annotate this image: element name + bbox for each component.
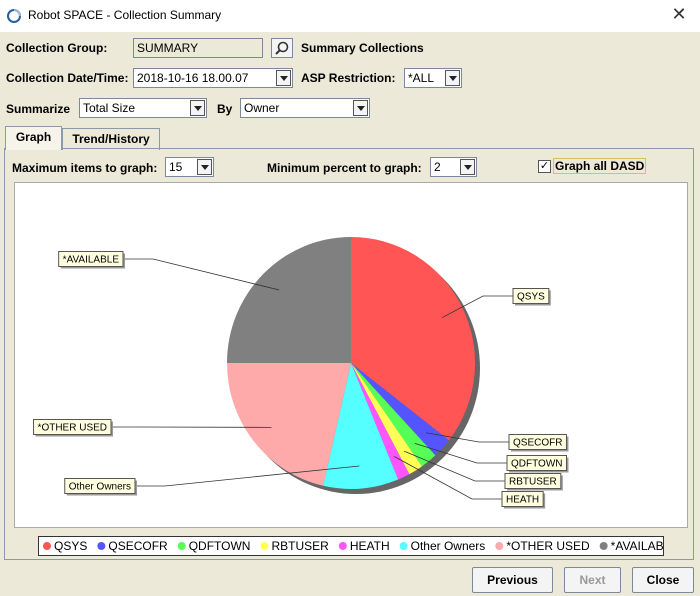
by-select[interactable]: Owner [240,98,370,118]
by-value: Owner [244,101,280,115]
legend-label: QSECOFR [108,539,168,553]
collection-date-select[interactable]: 2018-10-16 18.00.07 [133,68,293,88]
legend-dot [599,542,608,550]
slice-label-text: *OTHER USED [38,423,107,434]
legend-dot [338,542,347,550]
asp-restriction-label: ASP Restriction: [301,71,396,85]
slice-label-text: QSECOFR [513,438,562,449]
legend-label: *OTHER USED [506,539,590,553]
legend-svg: QSYS QSECOFR QDFTOWN RBTUSER HEATH Other Owne… [43,539,678,553]
slice-label-text: RBTUSER [509,477,557,488]
slice-label-heath: HEATH [501,491,546,509]
close-button[interactable]: Close [632,567,694,593]
legend-dot [399,542,408,550]
max-items-value: 15 [169,160,183,174]
legend-label: QDFTOWN [189,539,251,553]
chevron-down-icon[interactable] [353,100,368,116]
max-items-label: Maximum items to graph: [12,161,158,175]
legend-dot [177,542,186,550]
graph-all-dasd-checkbox[interactable]: ✓ [538,160,551,173]
previous-button[interactable]: Previous [472,567,553,593]
pie-chart: QSYS QSECOFR QDFTOWN RBTUSER HEATH Other Owne… [33,237,569,509]
legend-dot [97,542,106,550]
slice-label-text: *AVAILABLE [63,255,120,266]
slice-label-qsys: QSYS [512,288,551,306]
chevron-down-icon[interactable] [445,70,460,86]
slice-label-qdftown: QDFTOWN [506,455,569,473]
chevron-down-icon[interactable] [197,159,212,175]
collection-group-label: Collection Group: [6,41,108,55]
title-bar: Robot SPACE - Collection Summary ✕ [0,0,700,32]
summarize-value: Total Size [83,101,136,115]
chart-area: QSYS QSECOFR QDFTOWN RBTUSER HEATH Other Owne… [14,182,688,528]
slice-label-text: QDFTOWN [511,459,562,470]
checkmark-icon: ✓ [539,160,550,172]
legend-dot [495,542,504,550]
slice-label-other-used: *OTHER USED [33,419,113,437]
asp-restriction-select[interactable]: *ALL [404,68,462,88]
graph-all-dasd-label[interactable]: Graph all DASD [553,158,647,174]
pie-slice-available [227,237,351,363]
close-icon[interactable]: ✕ [668,4,690,26]
robot-app-icon [7,9,21,23]
by-label: By [217,102,233,116]
collection-date-label: Collection Date/Time: [6,71,129,85]
asp-restriction-value: *ALL [408,71,435,85]
slice-label-rbtuser: RBTUSER [504,473,563,491]
slice-label-text: QSYS [517,292,545,303]
summary-collections-label: Summary Collections [301,41,424,55]
collection-group-field: SUMMARY [133,38,263,58]
chevron-down-icon[interactable] [190,100,205,116]
window-title: Robot SPACE - Collection Summary [28,8,222,22]
slice-label-other-owners: Other Owners [64,478,137,496]
next-button[interactable]: Next [564,567,621,593]
min-percent-label: Minimum percent to graph: [267,161,422,175]
tab-graph[interactable]: Graph [5,126,62,150]
max-items-select[interactable]: 15 [165,157,214,177]
chart-legend: QSYS QSECOFR QDFTOWN RBTUSER HEATH Other Owne… [38,536,678,556]
slice-label-qsecofr: QSECOFR [508,434,569,452]
legend-dot [43,542,51,550]
legend-label: Other Owners [411,539,486,553]
min-percent-value: 2 [434,160,441,174]
legend-dot [260,542,269,550]
search-button[interactable] [271,38,293,58]
legend-label: RBTUSER [271,539,329,553]
summarize-select[interactable]: Total Size [79,98,207,118]
chevron-down-icon[interactable] [276,70,291,86]
min-percent-select[interactable]: 2 [430,157,477,177]
slice-label-text: Other Owners [69,482,131,493]
legend-label: HEATH [350,539,390,553]
slice-label-text: HEATH [506,495,539,506]
summarize-label: Summarize [6,102,71,116]
legend-label: *AVAILABLE [611,539,663,553]
chevron-down-icon[interactable] [460,159,475,175]
search-icon [275,41,289,55]
slice-label-available: *AVAILABLE [58,251,125,269]
legend-label: QSYS [54,539,87,553]
collection-date-value: 2018-10-16 18.00.07 [137,71,249,85]
tab-trend-history[interactable]: Trend/History [62,128,160,150]
